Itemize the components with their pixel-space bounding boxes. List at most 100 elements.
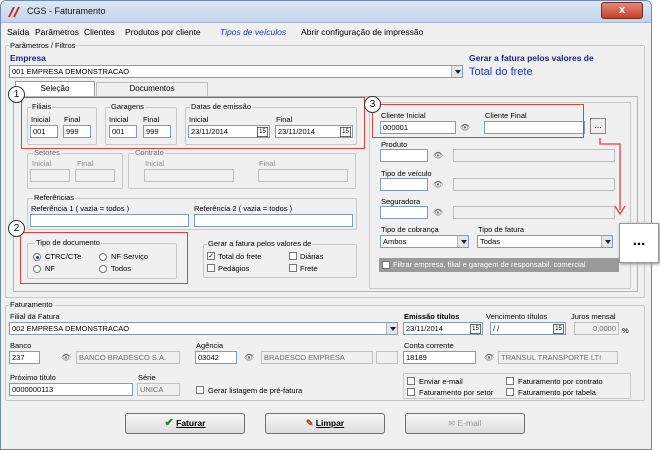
menu-produtos-por-cliente[interactable]: Produtos por cliente	[125, 27, 201, 37]
menu-saida[interactable]: Saída	[7, 27, 29, 37]
binoculars-icon[interactable]: 👁	[59, 351, 73, 364]
enviar-email-checkbox[interactable]	[407, 377, 415, 385]
app-logo-icon	[8, 7, 20, 17]
parametros-title: Parâmetros / Filtros	[9, 41, 77, 50]
filtrar-checkbox[interactable]	[382, 261, 390, 269]
tipo-fatura-select[interactable]: Todas	[477, 235, 613, 248]
filial-fatura-select[interactable]: 002 EMPRESA DEMONSTRACAO	[9, 322, 398, 335]
tab-selecao[interactable]: Seleção	[15, 81, 95, 96]
filial-fatura-label: Filial da Fatura	[10, 312, 60, 321]
callout-3: 3	[364, 96, 381, 113]
menu-clientes[interactable]: Clientes	[84, 27, 115, 37]
callout-box-1	[21, 97, 365, 149]
calendar-icon[interactable]: 15	[553, 324, 564, 334]
binoculars-icon[interactable]: 👁	[431, 206, 445, 219]
produto-input[interactable]	[380, 149, 428, 162]
empresa-select[interactable]: 001 EMPRESA DEMONSTRACAO	[9, 65, 463, 78]
checkbox-frete[interactable]	[289, 264, 297, 272]
tab-selecao-label: Seleção	[40, 84, 70, 93]
menu-tipos-de-veiculos[interactable]: Tipos de veículos	[220, 27, 286, 37]
referencias-title: Referências	[33, 193, 76, 202]
checkbox-pedagios[interactable]	[207, 264, 215, 272]
menu-abrir-configuracao[interactable]: Abrir configuração de impressão	[301, 27, 423, 37]
window-title: CGS - Faturamento	[27, 6, 106, 16]
checkbox-total-frete-label: Total do frete	[218, 252, 262, 261]
serie-label: Série	[138, 373, 156, 382]
chevron-down-icon	[451, 66, 462, 77]
tipo-veiculo-input[interactable]	[380, 178, 428, 191]
tab-documentos-label: Documentos	[129, 84, 175, 93]
tipo-cobranca-value: Ambos	[383, 237, 407, 246]
filtrar-label: Filtrar empresa, filial e garagem de res…	[393, 260, 586, 269]
email-button[interactable]: ✉ E-mail	[405, 413, 525, 434]
limpar-button[interactable]: ✎ Limpar	[265, 413, 385, 434]
tipo-cobranca-select[interactable]: Ambos	[380, 235, 469, 248]
agencia-code-input[interactable]: 03042	[195, 351, 237, 364]
checkbox-diarias-label: Diárias	[300, 252, 324, 261]
juros-input[interactable]: 0,0000	[574, 322, 619, 335]
conta-label: Conta corrente	[404, 341, 454, 350]
eraser-icon: ✎	[305, 418, 314, 428]
chevron-down-icon	[601, 236, 612, 247]
faturamento-title: Faturamento	[9, 300, 54, 309]
callout-2: 2	[8, 220, 25, 237]
tipo-veiculo-label: Tipo de veículo	[381, 169, 432, 178]
chevron-down-icon	[457, 236, 468, 247]
menu-parametros[interactable]: Parâmetros	[35, 27, 79, 37]
produto-label: Produto	[381, 140, 408, 149]
setores-final-label: Final	[77, 159, 94, 168]
fat-setor-checkbox[interactable]	[407, 388, 415, 396]
checkbox-total-frete[interactable]: ✓	[207, 252, 215, 260]
setores-inicial-input	[30, 169, 70, 182]
seguradora-input[interactable]	[380, 206, 428, 219]
emissao-input[interactable]: 23/11/2014 15	[403, 322, 483, 335]
filial-fatura-value: 002 EMPRESA DEMONSTRACAO	[12, 324, 130, 333]
checkbox-diarias[interactable]	[289, 252, 297, 260]
emissao-value: 23/11/2014	[406, 324, 443, 333]
setores-title: Setores	[33, 148, 61, 157]
juros-unit: %	[622, 326, 629, 335]
binoculars-icon[interactable]: 👁	[431, 149, 445, 162]
chevron-down-icon	[386, 323, 397, 334]
checkbox-pedagios-label: Pedágios	[218, 264, 250, 273]
binoculars-icon[interactable]: 👁	[482, 351, 496, 364]
vencimento-label: Vencimento títulos	[486, 312, 548, 321]
banco-code-input[interactable]: 237	[9, 351, 40, 364]
contrato-final-input	[258, 169, 348, 182]
fat-tabela-checkbox[interactable]	[506, 388, 514, 396]
ref1-input[interactable]	[30, 214, 189, 227]
agencia-digit	[376, 351, 398, 364]
close-button[interactable]: x	[601, 2, 643, 19]
serie-input: UNICA	[137, 383, 180, 396]
calendar-icon[interactable]: 15	[470, 324, 481, 334]
emissao-label: Emissão títulos	[404, 312, 460, 321]
gerar-listagem-checkbox[interactable]	[196, 386, 204, 394]
filtrar-checkbox-row[interactable]: Filtrar empresa, filial e garagem de res…	[379, 258, 619, 272]
binoculars-icon[interactable]: 👁	[431, 178, 445, 191]
vencimento-input[interactable]: / / 15	[490, 322, 566, 335]
tab-documentos[interactable]: Documentos	[96, 82, 208, 96]
proximo-input[interactable]: 0000000113	[9, 383, 133, 396]
setores-final-input	[75, 169, 115, 182]
agencia-label: Agência	[196, 341, 224, 350]
banco-name: BANCO BRADESCO S.A.	[76, 351, 180, 364]
ellipsis-popup: ...	[619, 223, 659, 263]
contrato-final-label: Final	[259, 159, 276, 168]
gerar-listagem-label: Gerar listagem de pré-fatura	[208, 386, 303, 395]
tipo-cobranca-label: Tipo de cobrança	[381, 225, 439, 234]
limpar-label: Limpar	[315, 418, 345, 428]
ref2-input[interactable]	[194, 214, 353, 227]
faturar-button[interactable]: ✔ Faturar	[125, 413, 245, 434]
callout-box-2	[20, 232, 188, 284]
checkbox-frete-label: Frete	[300, 264, 318, 273]
menu-bar: Saída Parâmetros Clientes Produtos por c…	[1, 24, 651, 40]
conta-code-input[interactable]: 18189	[403, 351, 476, 364]
fat-contrato-checkbox[interactable]	[506, 377, 514, 385]
conta-name: TRANSUL TRANSPORTE LTI	[498, 351, 618, 364]
faturar-label: Faturar	[176, 418, 206, 428]
fat-contrato-label: Faturamento por contrato	[518, 377, 603, 386]
binoculars-icon[interactable]: 👁	[242, 351, 256, 364]
fat-setor-label: Faturamento por setor	[419, 388, 494, 397]
agencia-name: BRADESCO EMPRESA	[261, 351, 373, 364]
tipo-fatura-label: Tipo de fatura	[478, 225, 524, 234]
